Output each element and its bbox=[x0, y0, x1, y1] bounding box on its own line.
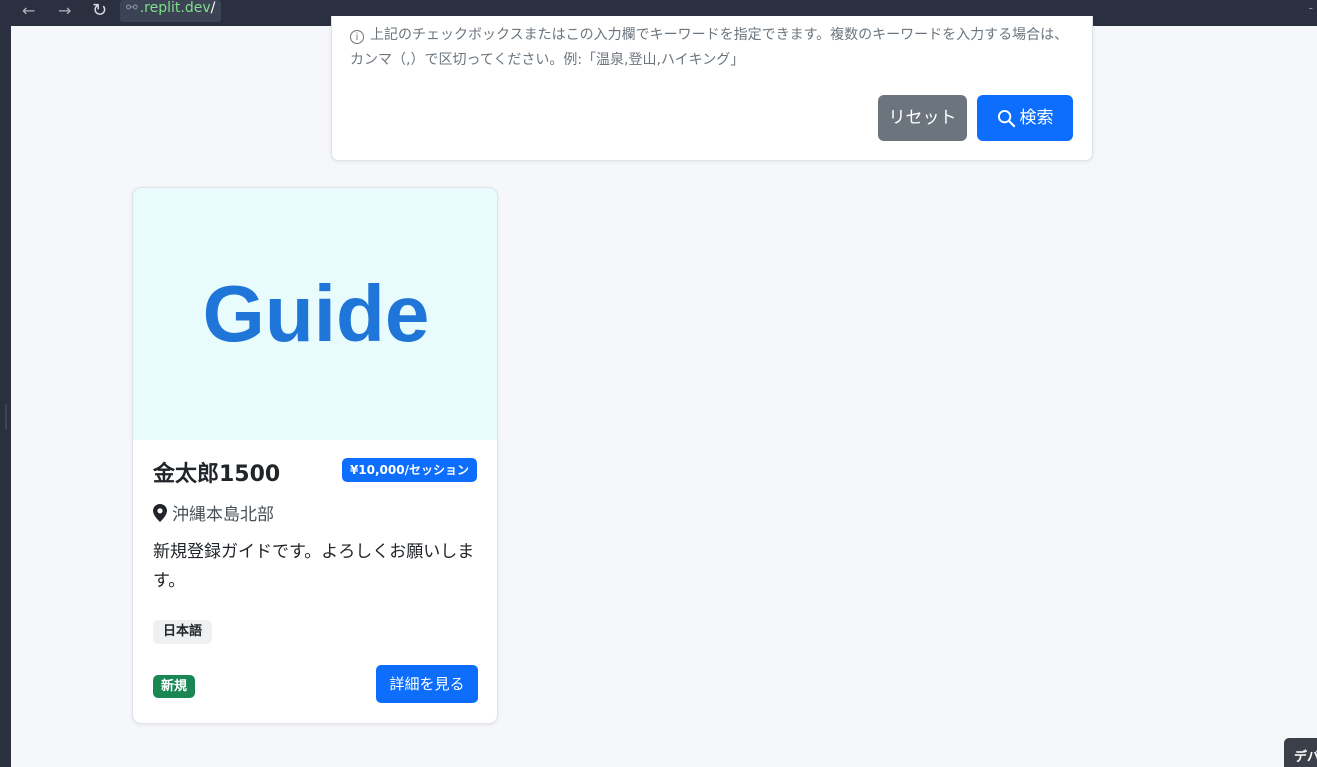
guide-card: Guide 金太郎1500 ¥10,000/セッション 沖縄本島北部 新規登録ガ… bbox=[132, 187, 498, 724]
search-button[interactable]: 検索 bbox=[977, 95, 1073, 141]
url-host: .replit.dev bbox=[139, 0, 211, 16]
price-badge: ¥10,000/セッション bbox=[341, 458, 477, 482]
forward-arrow-icon[interactable]: → bbox=[58, 0, 71, 26]
guide-image: Guide bbox=[133, 188, 497, 440]
location-text: 沖縄本島北部 bbox=[172, 505, 274, 525]
new-badge: 新規 bbox=[153, 675, 196, 698]
guide-description: 新規登録ガイドです。よろしくお願いします。 bbox=[153, 542, 475, 591]
search-icon bbox=[997, 109, 1015, 127]
search-panel: i 上記のチェックボックスまたはこの入力欄でキーワードを指定できます。複数のキーワ… bbox=[331, 16, 1093, 161]
dev-tools-tab[interactable]: デバ bbox=[1284, 738, 1317, 767]
reload-icon[interactable]: ↻ bbox=[92, 0, 107, 26]
view-details-button[interactable]: 詳細を見る bbox=[376, 665, 478, 703]
guide-location: 沖縄本島北部 bbox=[153, 500, 274, 525]
toolbar-corner-mark: - bbox=[1308, 1, 1313, 15]
help-text: 上記のチェックボックスまたはこの入力欄でキーワードを指定できます。複数のキーワー… bbox=[350, 27, 1069, 68]
url-path: / bbox=[210, 0, 216, 16]
language-tag: 日本語 bbox=[153, 620, 213, 644]
address-bar[interactable]: ⚯ .replit.dev/ bbox=[120, 0, 222, 22]
guide-image-text: Guide bbox=[202, 269, 430, 358]
resize-handle[interactable] bbox=[5, 404, 7, 430]
keyword-help-text: i 上記のチェックボックスまたはこの入力欄でキーワードを指定できます。複数のキーワ… bbox=[350, 23, 1080, 73]
info-icon: i bbox=[350, 30, 364, 44]
reset-button[interactable]: リセット bbox=[878, 95, 967, 141]
map-pin-icon bbox=[153, 504, 167, 522]
search-button-label: 検索 bbox=[1019, 108, 1054, 128]
link-icon: ⚯ bbox=[126, 0, 138, 16]
left-sidebar-edge bbox=[0, 26, 11, 767]
guide-name: 金太郎1500 bbox=[153, 462, 281, 487]
back-arrow-icon[interactable]: ← bbox=[22, 0, 35, 26]
